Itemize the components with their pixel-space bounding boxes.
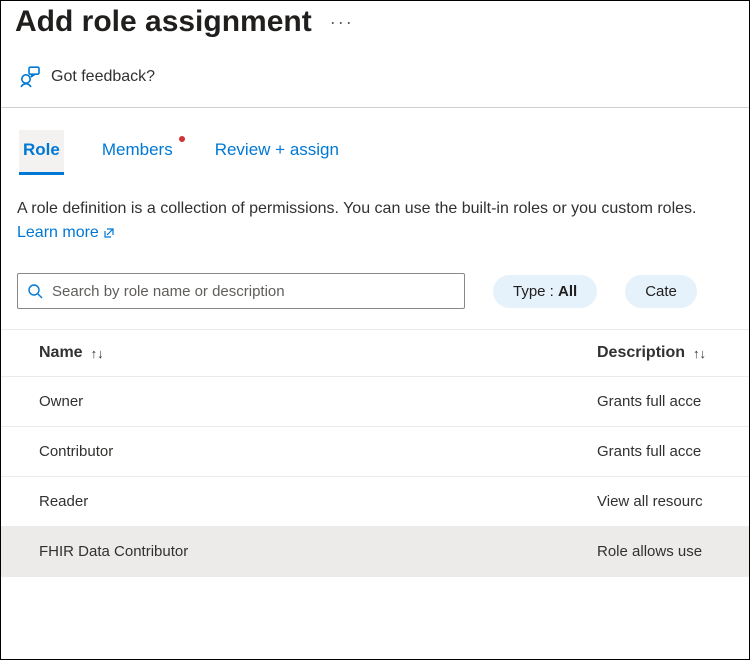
role-name: Reader: [17, 493, 597, 510]
search-input[interactable]: [17, 273, 465, 309]
tab-label: Role: [23, 140, 60, 159]
feedback-label: Got feedback?: [51, 68, 155, 86]
table-row[interactable]: FHIR Data Contributor Role allows use: [1, 527, 749, 577]
filter-type-prefix: Type :: [513, 283, 558, 300]
table-header: Name ↑↓ Description ↑↓: [1, 329, 749, 377]
roles-table: Name ↑↓ Description ↑↓ Owner Grants full…: [1, 329, 749, 577]
description-text: A role definition is a collection of per…: [1, 175, 749, 251]
role-description: View all resourc: [597, 493, 733, 510]
role-description: Grants full acce: [597, 393, 733, 410]
feedback-link[interactable]: Got feedback?: [1, 51, 749, 107]
learn-more-label: Learn more: [17, 221, 99, 245]
filter-type-value: All: [558, 283, 577, 300]
external-link-icon: [103, 227, 115, 239]
notification-dot-icon: [179, 136, 185, 142]
role-name: Contributor: [17, 443, 597, 460]
column-header-name-label: Name: [39, 344, 83, 362]
feedback-icon: [17, 65, 41, 89]
role-name: FHIR Data Contributor: [17, 543, 597, 560]
tabs: Role Members Review + assign: [1, 122, 749, 175]
column-header-description[interactable]: Description ↑↓: [597, 344, 733, 362]
page-title: Add role assignment: [15, 5, 312, 39]
table-row[interactable]: Reader View all resourc: [1, 477, 749, 527]
more-actions-button[interactable]: ···: [330, 12, 354, 33]
role-description: Grants full acce: [597, 443, 733, 460]
column-header-name[interactable]: Name ↑↓: [17, 344, 597, 362]
role-name: Owner: [17, 393, 597, 410]
tab-review-assign[interactable]: Review + assign: [211, 130, 343, 175]
sort-icon: ↑↓: [693, 346, 706, 361]
table-row[interactable]: Contributor Grants full acce: [1, 427, 749, 477]
tab-role[interactable]: Role: [19, 130, 64, 175]
divider: [1, 107, 749, 108]
learn-more-link[interactable]: Learn more: [17, 221, 115, 245]
filter-category-prefix: Cate: [645, 283, 677, 300]
filter-type[interactable]: Type : All: [493, 275, 597, 308]
sort-icon: ↑↓: [91, 346, 104, 361]
description-body: A role definition is a collection of per…: [17, 200, 696, 217]
filter-category[interactable]: Cate: [625, 275, 697, 308]
column-header-description-label: Description: [597, 344, 685, 362]
tab-label: Members: [102, 140, 173, 159]
tab-members[interactable]: Members: [98, 130, 177, 175]
tab-label: Review + assign: [215, 140, 339, 159]
table-row[interactable]: Owner Grants full acce: [1, 377, 749, 427]
search-icon: [27, 283, 43, 299]
search-wrapper: [17, 273, 465, 309]
role-description: Role allows use: [597, 543, 733, 560]
